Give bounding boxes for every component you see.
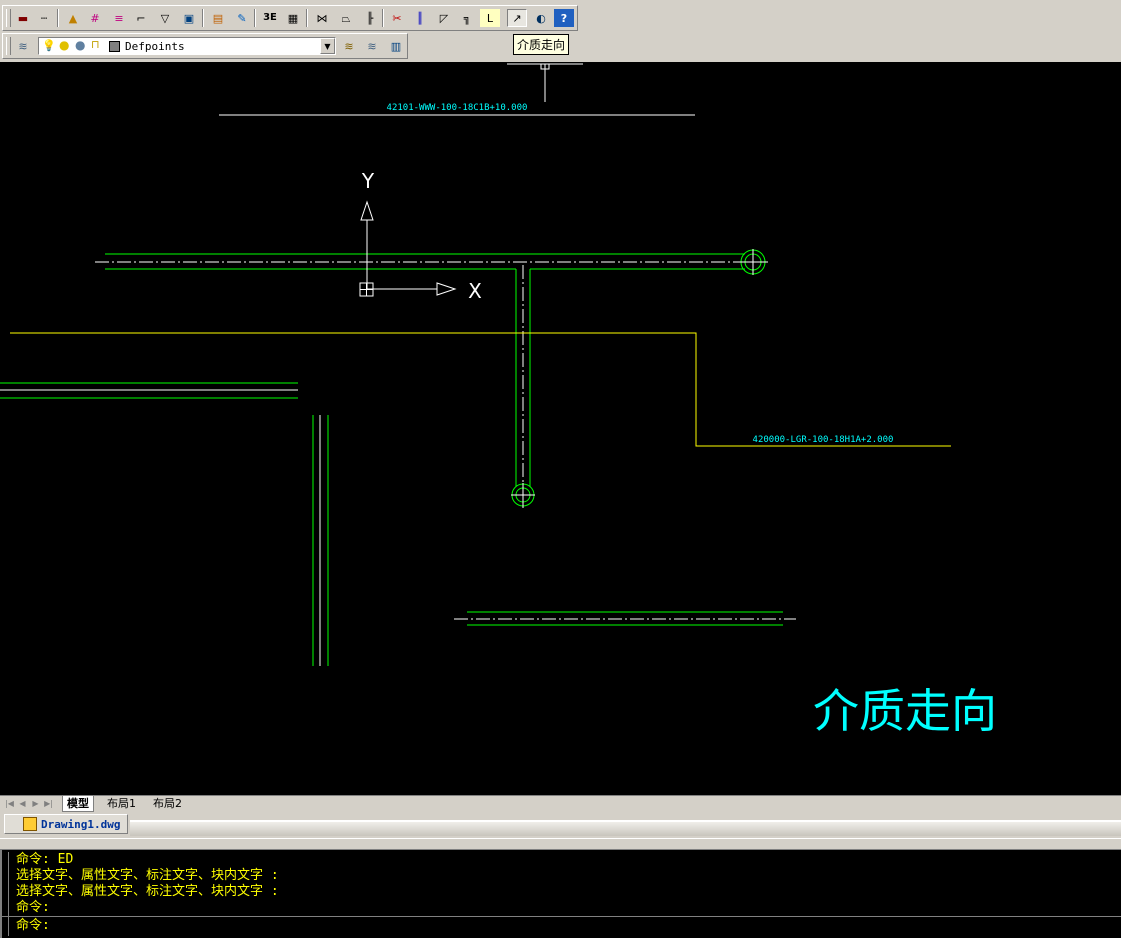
drawing-svg: 42101-WWW-100-18C1B+10.000 Y X 420000-LG…	[0, 63, 997, 738]
branch-icon[interactable]: ╟	[360, 9, 380, 27]
drawing-canvas[interactable]: 42101-WWW-100-18C1B+10.000 Y X 420000-LG…	[0, 62, 1121, 795]
command-history-line: 选择文字、属性文字、标注文字、块内文字 :	[16, 884, 279, 899]
freeze-icon: ●	[75, 38, 86, 52]
lock-icon: ⊓	[91, 38, 100, 51]
bend-icon[interactable]: ╗	[457, 9, 477, 27]
command-window[interactable]: 命令: ED 选择文字、属性文字、标注文字、块内文字 : 选择文字、属性文字、标…	[0, 850, 1121, 938]
layer-manager-icon[interactable]: ≋	[13, 37, 33, 55]
layer-window-icon[interactable]: ▣	[179, 9, 199, 27]
flow-direction-text: 介质走向	[813, 684, 997, 738]
first-tab-icon[interactable]: |◀	[4, 798, 15, 809]
toolbar-grip[interactable]	[6, 37, 11, 55]
line-weight-icon[interactable]: ▬	[13, 9, 33, 27]
globe-icon[interactable]: ◐	[531, 9, 551, 27]
ucs-x-label: X	[468, 279, 482, 303]
layer-previous-icon[interactable]: ≋	[362, 37, 382, 55]
reducer-icon[interactable]: ⏢	[336, 9, 356, 27]
pipe-label-right: 420000-LGR-100-18H1A+2.000	[753, 435, 894, 445]
next-tab-icon[interactable]: ▶	[30, 798, 41, 809]
grid-pipe-icon[interactable]: #	[85, 9, 105, 27]
toolbar-grip[interactable]	[6, 9, 11, 27]
sun-icon: ●	[59, 38, 70, 52]
last-tab-icon[interactable]: ▶|	[43, 798, 54, 809]
command-separator	[2, 916, 1121, 917]
command-scroll-indicator	[8, 852, 13, 936]
flange-icon[interactable]: ▽	[155, 9, 175, 27]
document-tab-strip	[130, 820, 1121, 836]
insert-block-icon[interactable]: ▤	[208, 9, 228, 27]
drawing-toolbar: ▬ ┄ ▲ # ≡ ⌐ ▽ ▣ ▤ ✎ 3E ▦ ⋈ ⏢ ╟ ✂ ║ ◸ ╗ L…	[2, 5, 578, 31]
command-history-line: 选择文字、属性文字、标注文字、块内文字 :	[16, 868, 279, 883]
3e-label-icon[interactable]: 3E	[260, 9, 280, 27]
command-prompt[interactable]: 命令:	[16, 918, 50, 934]
ucs-y-arrow	[360, 200, 374, 221]
tab-model[interactable]: 模型	[62, 796, 94, 812]
brush-icon[interactable]: ✎	[232, 9, 252, 27]
document-tab-bar: Drawing1.dwg	[0, 812, 1121, 838]
layer-dropdown[interactable]: 💡 ● ● ⊓ Defpoints ▼	[38, 37, 336, 55]
layout-tab-bar: |◀ ◀ ▶ ▶| 模型 布局1 布局2	[0, 795, 1121, 812]
rotate-icon[interactable]: ◸	[434, 9, 454, 27]
make-current-layer-icon[interactable]: ≋	[339, 37, 359, 55]
chevron-down-icon[interactable]: ▼	[320, 38, 335, 54]
l-angle-icon[interactable]: L	[480, 9, 500, 27]
command-splitter[interactable]	[0, 838, 1121, 850]
command-history-line: 命令: ED	[16, 852, 74, 867]
ucs-y-label: Y	[361, 169, 375, 193]
valve-icon[interactable]: ⋈	[312, 9, 332, 27]
layer-states-icon[interactable]: ▥	[386, 37, 406, 55]
linetype-icon[interactable]: ┄	[34, 9, 54, 27]
help-icon[interactable]: ?	[554, 9, 574, 27]
command-history-line: 命令:	[16, 900, 50, 915]
tooltip: 介质走向	[513, 34, 570, 55]
layer-color-icon	[109, 41, 120, 52]
bulb-icon: 💡	[42, 39, 56, 52]
ucs-x-arrow	[436, 282, 457, 296]
prev-tab-icon[interactable]: ◀	[17, 798, 28, 809]
parallel-icon[interactable]: ║	[410, 9, 430, 27]
pipe-tag-icon[interactable]: ≡	[109, 9, 129, 27]
tab-layout2[interactable]: 布局2	[149, 796, 186, 811]
dwg-file-icon	[23, 817, 37, 831]
table-grid-icon[interactable]: ▦	[283, 9, 303, 27]
document-tab[interactable]: Drawing1.dwg	[4, 814, 128, 834]
draw-pipe-icon[interactable]: ▲	[63, 9, 83, 27]
cut-icon[interactable]: ✂	[387, 9, 407, 27]
layer-name: Defpoints	[125, 40, 185, 53]
toolbar-area: ▬ ┄ ▲ # ≡ ⌐ ▽ ▣ ▤ ✎ 3E ▦ ⋈ ⏢ ╟ ✂ ║ ◸ ╗ L…	[0, 0, 1121, 62]
document-tab-label: Drawing1.dwg	[41, 817, 121, 831]
select-elbow-icon[interactable]: ⌐	[131, 9, 151, 27]
tab-layout1[interactable]: 布局1	[103, 796, 140, 811]
layers-toolbar: ≋ 💡 ● ● ⊓ Defpoints ▼ ≋ ≋ ▥	[2, 33, 408, 59]
pipe-label-top: 42101-WWW-100-18C1B+10.000	[387, 103, 528, 113]
flow-direction-icon[interactable]: ↗	[507, 9, 527, 27]
